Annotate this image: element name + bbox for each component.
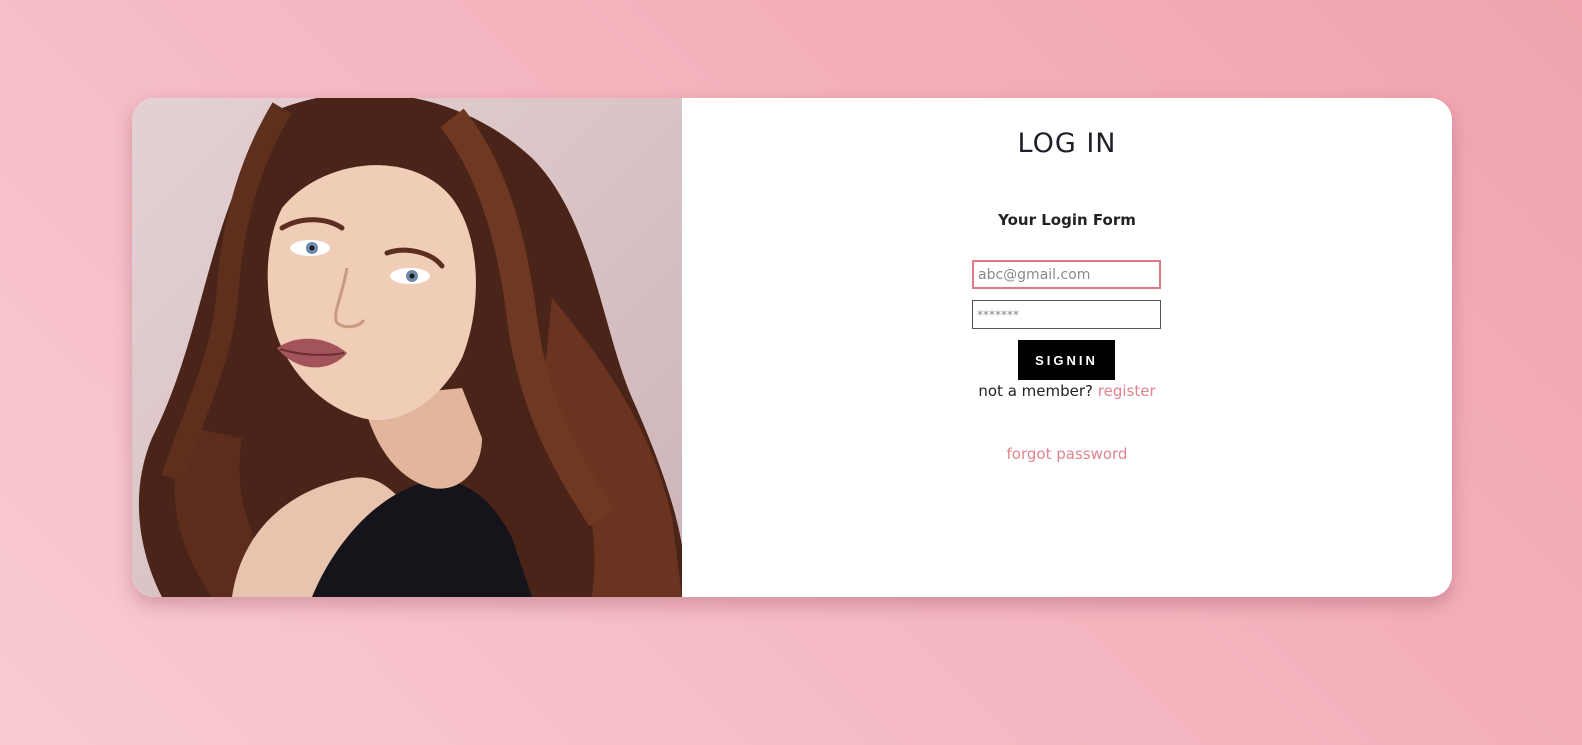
login-card: LOG IN Your Login Form SIGNIN not a memb…	[132, 98, 1452, 597]
forgot-password-link[interactable]: forgot password	[682, 445, 1452, 463]
password-field[interactable]	[972, 300, 1161, 329]
form-subtitle: Your Login Form	[998, 211, 1136, 229]
login-form-panel: LOG IN Your Login Form SIGNIN not a memb…	[682, 98, 1452, 597]
member-prompt-text: not a member?	[978, 382, 1093, 400]
portrait-illustration	[138, 98, 682, 597]
register-link[interactable]: register	[1098, 382, 1156, 400]
email-field[interactable]	[972, 260, 1161, 289]
signin-button[interactable]: SIGNIN	[1018, 340, 1115, 380]
register-prompt: not a member? register	[682, 382, 1452, 400]
model-portrait-image	[132, 98, 682, 597]
page-title: LOG IN	[1017, 128, 1117, 159]
